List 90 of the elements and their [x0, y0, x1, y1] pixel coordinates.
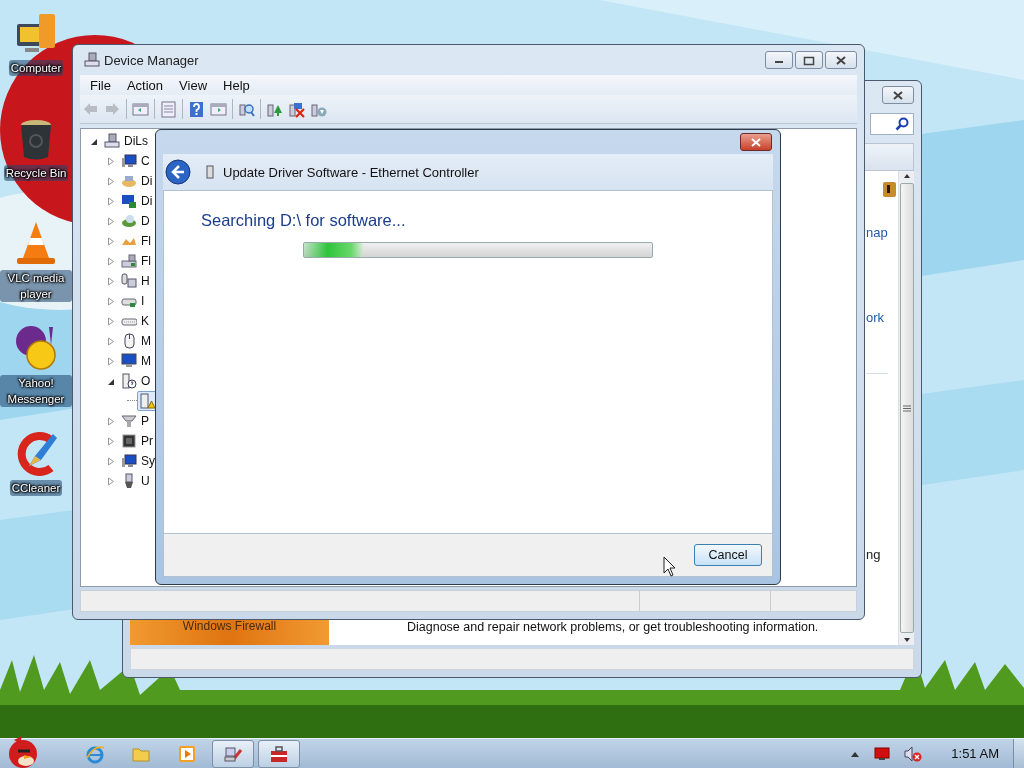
desktop-icon-label[interactable]: Yahoo! Messenger	[0, 375, 72, 407]
speaker-muted-icon[interactable]	[904, 745, 923, 762]
disk-icon	[121, 173, 137, 189]
play-icon	[177, 743, 197, 764]
help-icon[interactable]	[188, 100, 205, 118]
tree-item[interactable]: Fl	[141, 234, 151, 248]
chip-icon	[121, 433, 137, 449]
description-text: Diagnose and repair network problems, or get troubleshooting information.	[407, 620, 819, 636]
expand-icon[interactable]	[107, 176, 115, 186]
tree-item[interactable]: DiLs	[124, 134, 148, 148]
expand-icon[interactable]	[107, 296, 115, 306]
close-button[interactable]	[825, 51, 857, 69]
drive-icon	[121, 253, 137, 269]
taskbar-button[interactable]	[212, 739, 254, 768]
text: ng	[866, 547, 882, 562]
tree-item[interactable]: I	[141, 294, 145, 308]
question-device-icon	[121, 373, 137, 389]
toolbox-icon	[269, 743, 289, 764]
menu-item[interactable]: View	[171, 77, 216, 93]
menu-item[interactable]: File	[82, 77, 119, 93]
expand-icon[interactable]	[107, 436, 115, 446]
close-icon[interactable]	[891, 89, 905, 101]
cancel-button[interactable]: Cancel	[694, 544, 762, 566]
mouse-icon	[121, 333, 137, 349]
expand-icon[interactable]	[107, 476, 115, 486]
tree-item[interactable]: Pr	[141, 434, 153, 448]
desktop-icon-label[interactable]: Computer	[8, 60, 64, 76]
tree-item[interactable]: U	[141, 474, 150, 488]
close-icon[interactable]	[834, 54, 848, 66]
close-icon[interactable]	[749, 136, 763, 148]
expand-icon[interactable]	[107, 256, 115, 266]
back-button[interactable]	[165, 159, 191, 185]
tree-item[interactable]: H	[141, 274, 150, 288]
close-button[interactable]	[740, 133, 772, 151]
monitor-icon	[121, 353, 137, 369]
menu-item[interactable]: Help	[215, 77, 258, 93]
link[interactable]: nap	[866, 225, 898, 240]
expand-icon[interactable]	[107, 336, 115, 346]
expand-icon[interactable]	[107, 456, 115, 466]
tree-item[interactable]: M	[141, 334, 151, 348]
expand-icon[interactable]	[107, 196, 115, 206]
display-icon[interactable]	[874, 746, 891, 761]
clock[interactable]: 1:51 AM	[951, 746, 999, 761]
chat-bubble-icon[interactable]	[13, 325, 59, 371]
key-icon	[880, 180, 898, 198]
monitor-icon	[121, 453, 137, 469]
menu-item[interactable]: Action	[118, 77, 172, 93]
mouse-cursor-icon	[663, 556, 677, 578]
expand-icon[interactable]	[107, 356, 115, 366]
device-x-icon[interactable]	[288, 100, 305, 118]
maximize-icon[interactable]	[802, 54, 816, 66]
computer-tree-icon	[104, 133, 120, 149]
tree-item[interactable]: P	[141, 414, 149, 428]
tree-item[interactable]: M	[141, 354, 151, 368]
search-icon[interactable]	[895, 117, 909, 131]
window-title: Device Manager	[104, 52, 199, 68]
expand-icon[interactable]	[107, 276, 115, 286]
tile-label: Windows Firewall	[182, 619, 277, 633]
monitor-icon	[121, 153, 137, 169]
taskbar-button[interactable]	[258, 739, 300, 768]
browser-e-icon	[85, 743, 105, 764]
device-icon	[205, 164, 215, 180]
grip-icon	[902, 404, 911, 412]
close-button[interactable]	[882, 86, 914, 104]
monitor-icon	[121, 193, 137, 209]
tree-item[interactable]: D	[141, 214, 150, 228]
expand-icon[interactable]	[107, 156, 115, 166]
expand-icon[interactable]	[107, 316, 115, 326]
show-desktop-button[interactable]	[1013, 738, 1024, 768]
expand-icon[interactable]	[107, 416, 115, 426]
search-field[interactable]	[870, 113, 914, 135]
tree-item[interactable]: O	[141, 374, 151, 388]
expand-icon[interactable]	[107, 216, 115, 226]
minimize-button[interactable]	[765, 51, 793, 69]
status-heading: Searching D:\ for software...	[201, 211, 407, 230]
link[interactable]: ork	[866, 310, 898, 325]
tree-item[interactable]: Di	[141, 174, 153, 188]
computer-tree-icon	[84, 52, 100, 68]
dialog-title: Update Driver Software - Ethernet Controller	[223, 164, 479, 180]
disc-drive-icon	[121, 213, 137, 229]
firewall-tile[interactable]: Windows Firewall	[130, 618, 329, 645]
device-icon	[121, 273, 137, 289]
expand-icon[interactable]	[107, 236, 115, 246]
tree-item[interactable]: C	[141, 154, 150, 168]
maximize-button[interactable]	[795, 51, 823, 69]
tree-item[interactable]: Di	[141, 194, 153, 208]
tree-item[interactable]: Fl	[141, 254, 151, 268]
tree-item[interactable]: Sy	[141, 454, 155, 468]
port-icon	[121, 413, 137, 429]
tree-item[interactable]: K	[141, 314, 149, 328]
